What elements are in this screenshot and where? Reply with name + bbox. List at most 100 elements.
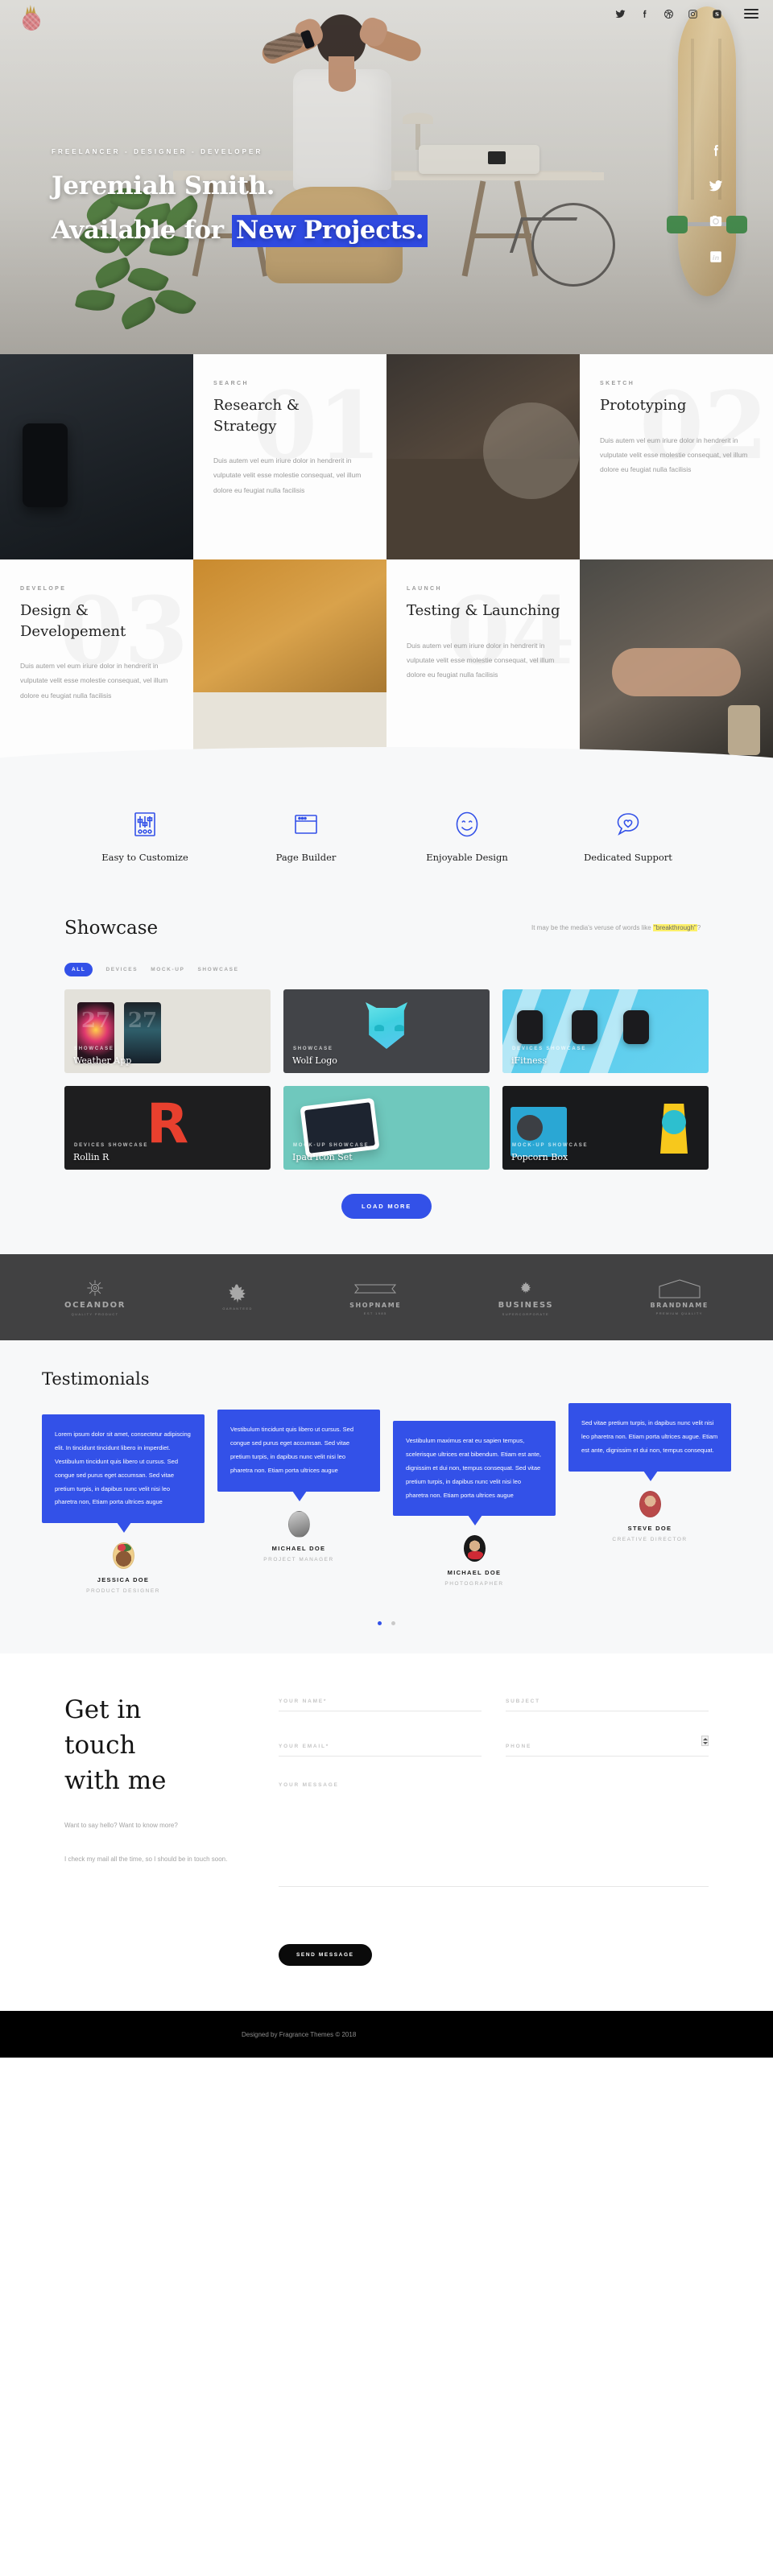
service-body: Duis autem vel eum iriure dolor in hendr…	[407, 641, 555, 679]
send-message-button[interactable]: SEND MESSAGE	[279, 1944, 372, 1967]
twitter-icon[interactable]	[709, 179, 723, 193]
top-social-bar: S	[0, 0, 773, 27]
carousel-dot-2[interactable]	[391, 1621, 396, 1626]
carousel-dot-1[interactable]	[377, 1621, 382, 1626]
hero-eyebrow: FREELANCER - DESIGNER - DEVELOPER	[52, 148, 263, 155]
skype-icon[interactable]: S	[712, 9, 722, 19]
hero-highlight: New Projects.	[232, 214, 428, 247]
portfolio-name: Weather App	[73, 1055, 132, 1066]
message-textarea[interactable]	[279, 1782, 709, 1888]
portfolio-item-wolf-logo[interactable]: SHOWCASE Wolf Logo	[283, 989, 490, 1073]
portfolio-category: SHOWCASE	[293, 1046, 333, 1051]
sliders-icon	[64, 808, 225, 840]
feature-easy-to-customize: Easy to Customize	[64, 808, 225, 863]
service-kicker: DEVELOPE	[20, 586, 67, 592]
showcase-note-highlight: "breakthrough"	[652, 924, 697, 931]
landing-page: S in FREELANCER - DESIGNER - DEVELOPER J…	[0, 0, 773, 2058]
facebook-icon[interactable]	[639, 9, 650, 19]
client-logo-maple: garanteed	[222, 1284, 253, 1311]
features-section: Easy to Customize Page Builder Enjoyable…	[0, 747, 773, 890]
phone-stepper[interactable]	[701, 1736, 709, 1747]
avatar	[639, 1490, 661, 1517]
showcase-note: It may be the media's veruse of words li…	[531, 918, 709, 935]
portfolio-category: MOCK-UP SHOWCASE	[512, 1143, 589, 1148]
portfolio-name: Rollin R	[73, 1152, 110, 1162]
portfolio-item-weather-app[interactable]: 27 27 SHOWCASE Weather App	[64, 989, 271, 1073]
testimonial-card: Vestibulum maximus erat eu sapien tempus…	[393, 1421, 556, 1587]
avatar	[463, 1535, 486, 1563]
feature-dedicated-support: Dedicated Support	[548, 808, 709, 863]
twitter-icon[interactable]	[615, 9, 626, 19]
instagram-icon[interactable]	[709, 214, 723, 229]
clients-logos-section: OCEANDOR quality product garanteed SHOPN…	[0, 1254, 773, 1340]
hero-name: Jeremiah Smith.	[52, 171, 275, 200]
portfolio-item-popcorn-box[interactable]: MOCK-UP SHOWCASE Popcorn Box	[502, 1086, 709, 1170]
service-card-research: 01 SEARCH Research & Strategy Duis autem…	[193, 354, 386, 559]
portfolio-name: iFitness	[511, 1055, 547, 1066]
testimonial-role: PRODUCT DESIGNER	[86, 1588, 160, 1595]
portfolio-name: Ipad Icon Set	[292, 1152, 353, 1162]
testimonial-name: JESSICA DOE	[97, 1576, 150, 1584]
browser-window-icon	[225, 808, 386, 840]
filter-mock-up[interactable]: MOCK-UP	[151, 967, 184, 972]
client-name: BRANDNAME	[650, 1302, 709, 1309]
testimonial-quote: Vestibulum tincidunt quis libero ut curs…	[217, 1410, 380, 1501]
client-name: OCEANDOR	[64, 1301, 126, 1310]
menu-toggle-icon[interactable]	[744, 9, 759, 19]
feature-label: Dedicated Support	[584, 852, 672, 863]
testimonial-card: Sed vitae pretium turpis, in dapibus nun…	[568, 1403, 731, 1542]
portfolio-item-ifitness[interactable]: DEVICES SHOWCASE iFitness	[502, 989, 709, 1073]
page-footer: Designed by Fragrance Themes © 2018	[0, 2011, 773, 2058]
service-body: Duis autem vel eum iriure dolor in hendr…	[20, 662, 168, 700]
carousel-dots	[42, 1615, 731, 1629]
showcase-note-prefix: It may be the media's veruse of words li…	[531, 924, 653, 931]
field-your-email	[279, 1737, 482, 1757]
portfolio-item-rollin-r[interactable]: R DEVICES SHOWCASE Rollin R	[64, 1086, 271, 1170]
phone-input[interactable]	[506, 1740, 709, 1757]
dribbble-icon[interactable]	[663, 9, 674, 19]
client-tagline: premium quality	[655, 1311, 703, 1315]
contact-heading-line-3: with me	[64, 1766, 167, 1796]
testimonial-name: MICHAEL DOE	[271, 1544, 326, 1552]
instagram-icon[interactable]	[688, 9, 698, 19]
portfolio-category: DEVICES SHOWCASE	[512, 1046, 587, 1051]
client-logo-oceandor: OCEANDOR quality product	[64, 1278, 126, 1316]
client-logo-business: BUSINESS supercorporate	[498, 1278, 554, 1316]
email-input[interactable]	[279, 1740, 482, 1757]
feature-label: Page Builder	[275, 852, 337, 863]
service-title: Prototyping	[600, 397, 687, 414]
subject-input[interactable]	[506, 1695, 709, 1712]
feature-label: Easy to Customize	[101, 852, 188, 863]
service-image-sweater	[193, 559, 386, 765]
filter-showcase[interactable]: SHOWCASE	[197, 967, 238, 972]
facebook-icon[interactable]	[709, 143, 723, 158]
filter-devices[interactable]: DEVICES	[105, 967, 138, 972]
name-input[interactable]	[279, 1695, 482, 1712]
showcase-title: Showcase	[64, 918, 159, 939]
linkedin-icon[interactable]: in	[709, 250, 723, 264]
service-title: Testing & Launching	[407, 602, 560, 619]
services-row-2: 03 DEVELOPE Design & Developement Duis a…	[0, 559, 773, 765]
filter-all[interactable]: ALL	[64, 963, 93, 976]
contact-heading: Get in touch with me	[64, 1692, 250, 1798]
portfolio-category: SHOWCASE	[74, 1046, 114, 1051]
testimonial-card: Lorem ipsum dolor sit amet, consectetur …	[42, 1414, 205, 1594]
feature-page-builder: Page Builder	[225, 808, 386, 863]
contact-heading-line-2: touch	[64, 1731, 136, 1761]
client-tagline: garanteed	[222, 1307, 253, 1311]
portfolio-name: Popcorn Box	[511, 1152, 568, 1162]
portfolio-category: MOCK-UP SHOWCASE	[293, 1143, 370, 1148]
client-logo-brandname: BRANDNAME premium quality	[650, 1279, 709, 1315]
hexagon-badge-icon	[650, 1279, 709, 1298]
service-kicker: SKETCH	[600, 381, 635, 386]
service-body: Duis autem vel eum iriure dolor in hendr…	[600, 436, 748, 474]
portfolio-item-ipad-icon-set[interactable]: MOCK-UP SHOWCASE Ipad Icon Set	[283, 1086, 490, 1170]
service-title: Research & Strategy	[213, 397, 300, 435]
hero-available-text: Available for	[52, 215, 233, 245]
feature-label: Enjoyable Design	[426, 852, 508, 863]
svg-text:in: in	[713, 254, 720, 262]
portfolio-category: DEVICES SHOWCASE	[74, 1143, 149, 1148]
field-your-name	[279, 1692, 482, 1712]
client-tagline: supercorporate	[502, 1312, 550, 1316]
load-more-button[interactable]: LOAD MORE	[341, 1194, 432, 1219]
